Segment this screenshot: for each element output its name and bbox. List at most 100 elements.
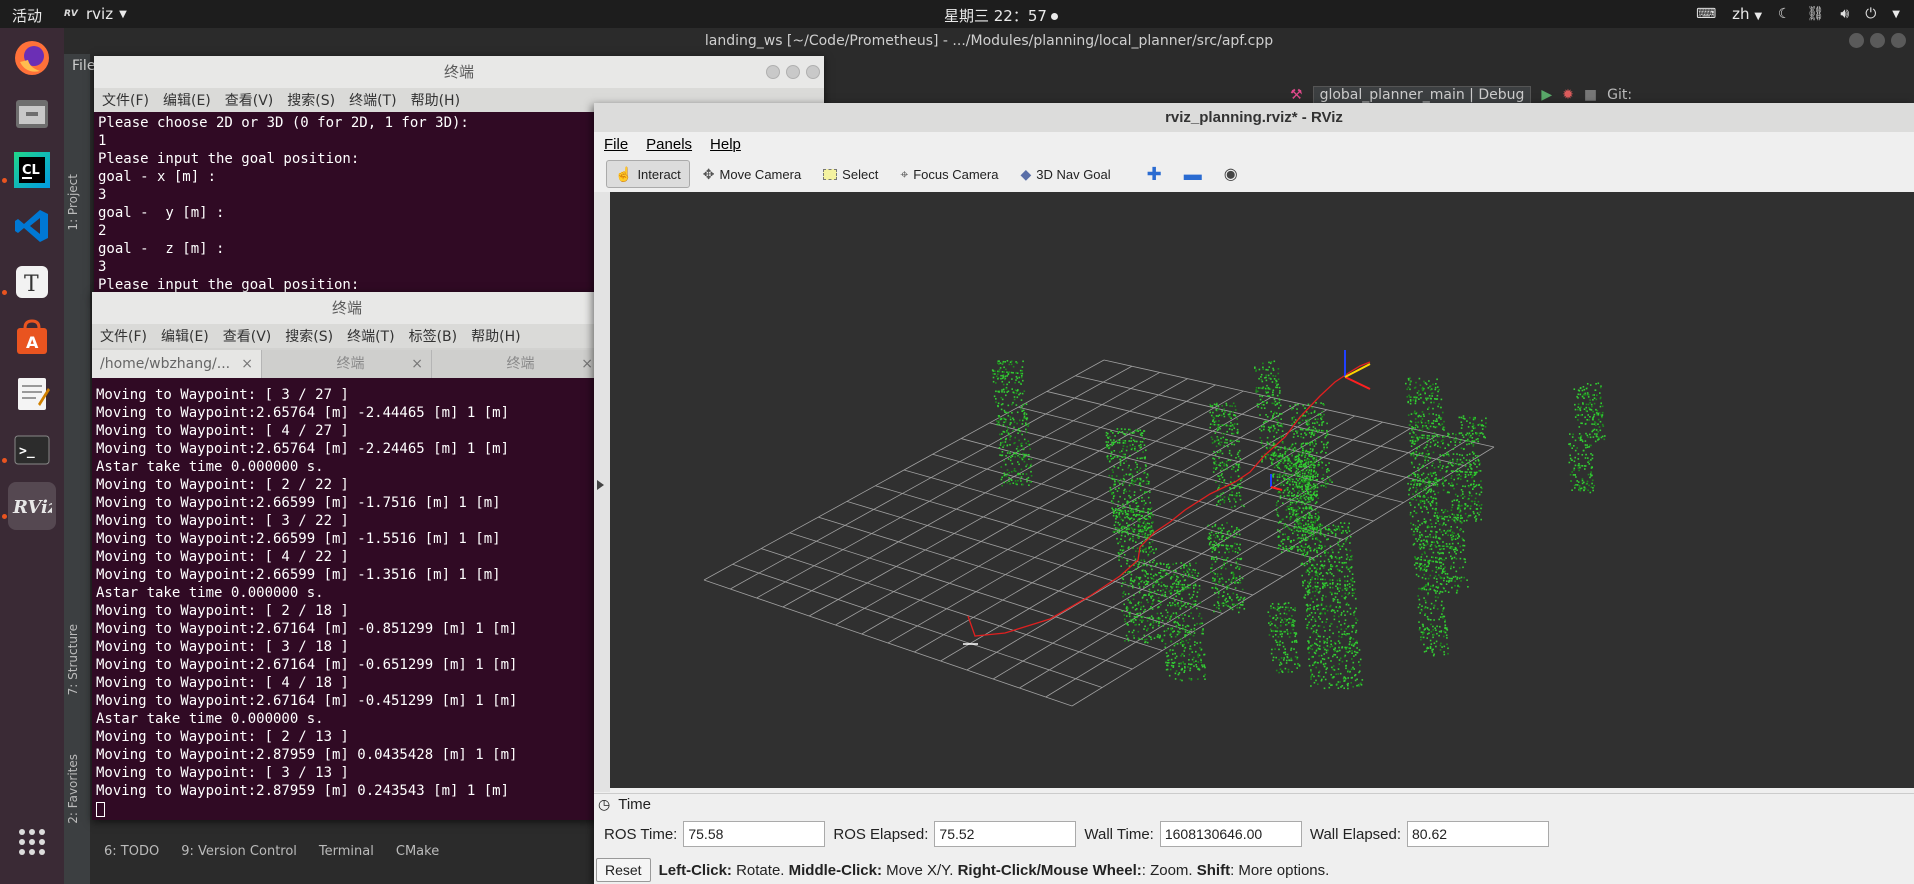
- cloud-point: [1346, 610, 1349, 613]
- menu-file[interactable]: File: [604, 136, 628, 153]
- menu-help[interactable]: Help: [710, 136, 741, 153]
- terminal-1-menu-item[interactable]: 编辑(E): [163, 90, 211, 110]
- terminal-tab[interactable]: /home/wbzhang/... ×: [92, 350, 262, 378]
- minimize-button[interactable]: [1849, 33, 1864, 48]
- terminal-tab[interactable]: 终端 ×: [432, 350, 602, 378]
- cloud-point: [1478, 434, 1481, 437]
- cloud-point: [1277, 421, 1279, 424]
- close-icon[interactable]: ×: [241, 350, 253, 378]
- add-tool-button[interactable]: ✚: [1138, 160, 1171, 188]
- cloud-point: [1128, 539, 1131, 541]
- tool-focus-camera[interactable]: ⌖ Focus Camera: [891, 160, 1007, 188]
- rviz-side-collapse[interactable]: [594, 192, 610, 792]
- close-button[interactable]: [806, 65, 820, 79]
- dock-rviz[interactable]: RViz: [8, 482, 56, 530]
- terminal-2-menu-item[interactable]: 查看(V): [223, 326, 272, 346]
- minimize-button[interactable]: [766, 65, 780, 79]
- close-icon[interactable]: ×: [411, 350, 423, 378]
- terminal-2-menu-item[interactable]: 搜索(S): [285, 326, 333, 346]
- cloud-point: [1338, 527, 1340, 530]
- cloud-point: [1175, 562, 1178, 565]
- build-hammer-icon[interactable]: ⚒: [1290, 87, 1303, 103]
- terminal-2-menu-item[interactable]: 文件(F): [100, 326, 147, 346]
- stop-icon[interactable]: ■: [1584, 87, 1597, 103]
- cloud-point: [1148, 547, 1150, 550]
- terminal-2-menu-item[interactable]: 帮助(H): [471, 326, 520, 346]
- cloud-point: [1213, 610, 1215, 613]
- terminal-1-menu-item[interactable]: 文件(F): [102, 90, 149, 110]
- tab-structure[interactable]: 7: Structure: [66, 624, 80, 695]
- terminal-1-menu-item[interactable]: 终端(T): [349, 90, 396, 110]
- tab-favorites[interactable]: 2: Favorites: [66, 754, 80, 824]
- menu-panels[interactable]: Panels: [646, 136, 692, 153]
- volume-icon[interactable]: 🔊︎: [1840, 6, 1849, 22]
- ide-menu-file[interactable]: File: [72, 58, 95, 74]
- cloud-point: [1423, 565, 1426, 567]
- close-icon[interactable]: ×: [581, 350, 593, 378]
- dock-clion[interactable]: CL: [8, 146, 56, 194]
- cloud-point: [1118, 487, 1120, 489]
- terminal-1-menu-item[interactable]: 帮助(H): [411, 90, 460, 110]
- dock-software[interactable]: A: [8, 314, 56, 362]
- dock-terminal[interactable]: >_: [8, 426, 56, 474]
- debug-icon[interactable]: ✹: [1562, 87, 1574, 103]
- cloud-point: [1423, 500, 1425, 502]
- tool-3d-nav-goal[interactable]: ◆ 3D Nav Goal: [1011, 160, 1119, 188]
- run-config-select[interactable]: global_planner_main | Debug: [1312, 86, 1532, 104]
- run-icon[interactable]: ▶: [1541, 87, 1552, 103]
- cloud-point: [1231, 405, 1233, 407]
- chevron-down-icon: ▼: [119, 8, 127, 20]
- dock-text-editor[interactable]: [8, 370, 56, 418]
- cloud-point: [1293, 648, 1295, 650]
- keyboard-icon[interactable]: ⌨: [1696, 6, 1716, 22]
- view-options-button[interactable]: ◉: [1215, 160, 1247, 188]
- maximize-button[interactable]: [1870, 33, 1885, 48]
- tab-todo[interactable]: 6: TODO: [104, 844, 159, 859]
- tab-cmake[interactable]: CMake: [396, 844, 439, 859]
- cloud-point: [1284, 457, 1287, 459]
- dock-typora[interactable]: T: [8, 258, 56, 306]
- power-icon[interactable]: ⏻: [1865, 6, 1876, 22]
- cloud-point: [1239, 548, 1241, 551]
- activities-button[interactable]: 活动: [12, 5, 42, 26]
- chevron-down-icon[interactable]: ▼: [1892, 9, 1900, 20]
- terminal-2-menu-item[interactable]: 标签(B): [409, 326, 458, 346]
- remove-tool-button[interactable]: ▬: [1175, 160, 1211, 188]
- terminal-2-menu-item[interactable]: 终端(T): [347, 326, 394, 346]
- terminal-1-menu-item[interactable]: 查看(V): [225, 90, 274, 110]
- network-icon[interactable]: ⛓: [1807, 6, 1825, 22]
- cloud-point: [1322, 477, 1324, 480]
- night-light-icon[interactable]: ☾: [1778, 6, 1791, 22]
- rviz-3d-view[interactable]: [610, 192, 1914, 788]
- close-button[interactable]: [1891, 33, 1906, 48]
- app-menu[interactable]: RV rviz ▼: [64, 5, 127, 23]
- dock-vscode[interactable]: [8, 202, 56, 250]
- tab-terminal[interactable]: Terminal: [319, 844, 374, 859]
- cloud-point: [1272, 630, 1274, 632]
- dock-firefox[interactable]: [8, 34, 56, 82]
- terminal-2-menu-item[interactable]: 编辑(E): [161, 326, 209, 346]
- cloud-point: [1328, 682, 1331, 685]
- cloud-point: [1424, 477, 1427, 480]
- cloud-point: [1266, 416, 1269, 418]
- cloud-point: [1464, 471, 1467, 473]
- show-applications-button[interactable]: [8, 818, 56, 866]
- tab-version-control[interactable]: 9: Version Control: [181, 844, 297, 859]
- cloud-point: [1196, 591, 1199, 594]
- maximize-button[interactable]: [786, 65, 800, 79]
- tool-move-camera[interactable]: ✥ Move Camera: [694, 160, 810, 188]
- terminal-tab[interactable]: 终端 ×: [262, 350, 432, 378]
- input-method[interactable]: zh ▼: [1732, 5, 1762, 23]
- cloud-point: [1336, 683, 1339, 685]
- tab-project[interactable]: 1: Project: [66, 174, 80, 231]
- cloud-point: [1444, 566, 1446, 569]
- cloud-point: [1119, 462, 1122, 464]
- terminal-1-menu-item[interactable]: 搜索(S): [287, 90, 335, 110]
- tool-interact[interactable]: ☝ Interact: [606, 160, 690, 188]
- tool-select[interactable]: Select: [814, 160, 887, 188]
- cloud-point: [1469, 514, 1472, 517]
- clock[interactable]: 星期三 22：57: [944, 5, 1058, 26]
- dock-files[interactable]: [8, 90, 56, 138]
- cloud-point: [1215, 532, 1217, 535]
- cloud-point: [1142, 605, 1145, 608]
